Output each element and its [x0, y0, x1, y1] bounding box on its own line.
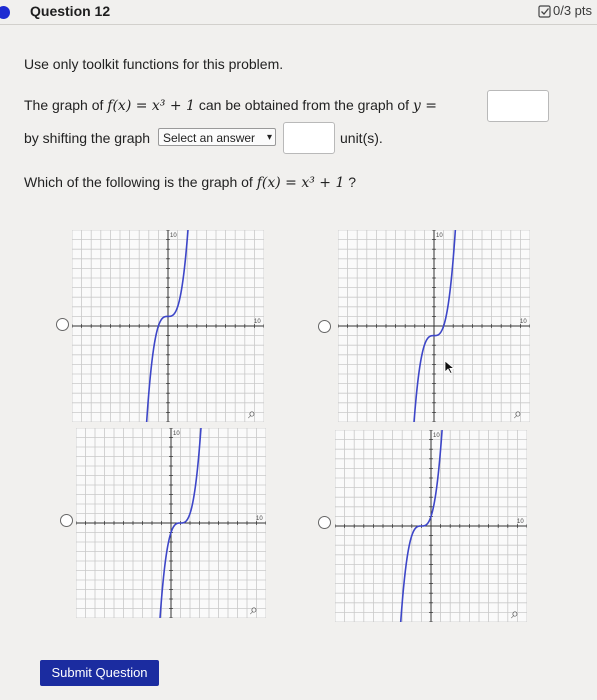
question2-suffix: ?	[348, 174, 357, 190]
question2-function: f(x) = x³ + 1	[256, 175, 345, 191]
instruction-text: Use only toolkit functions for this prob…	[24, 56, 284, 72]
graph-option-c[interactable]: 10 10 ⌕	[76, 428, 266, 618]
x-axis-max-label: 10	[517, 519, 524, 525]
base-function-input[interactable]	[487, 90, 549, 122]
x-axis-max-label: 10	[256, 516, 263, 522]
select-value: Select an answer	[163, 131, 256, 145]
y-axis-max-label: 10	[433, 433, 440, 439]
question-title: Question 12	[30, 3, 111, 19]
shift-direction-select[interactable]: Select an answer ▾	[158, 128, 276, 146]
submit-question-button[interactable]: Submit Question	[40, 660, 159, 686]
line1-text: The graph of f(x) = x³ + 1 can be obtain…	[24, 97, 437, 114]
graph-option-a[interactable]: 10 10 ⌕	[72, 230, 264, 422]
line2-suffix: unit(s).	[340, 130, 383, 146]
y-axis-max-label: 10	[170, 233, 177, 239]
checkbox-icon	[538, 5, 551, 21]
radio-option-b[interactable]	[318, 320, 331, 333]
zoom-icon: ⌕	[511, 606, 519, 622]
line2-prefix: by shifting the graph	[24, 130, 151, 146]
question-header: Question 12 0/3 pts	[0, 0, 597, 25]
radio-option-d[interactable]	[318, 516, 331, 529]
x-axis-max-label: 10	[520, 319, 527, 325]
radio-option-c[interactable]	[60, 514, 73, 527]
x-axis-max-label: 10	[254, 319, 261, 325]
points-text: 0/3 pts	[553, 3, 593, 18]
line1-mid: can be obtained from the graph of	[198, 97, 410, 113]
graph-option-b[interactable]: 10 10 ⌕	[338, 230, 530, 422]
line1-y: y =	[412, 98, 437, 114]
graph-option-d[interactable]: 10 10 ⌕	[335, 430, 527, 622]
chevron-down-icon: ▾	[266, 132, 272, 143]
zoom-icon: ⌕	[248, 406, 256, 422]
question2-prefix: Which of the following is the graph of	[24, 174, 253, 190]
question2-text: Which of the following is the graph of f…	[24, 174, 356, 191]
mouse-cursor-icon	[444, 360, 456, 379]
line1-prefix: The graph of	[24, 97, 104, 113]
zoom-icon: ⌕	[250, 602, 258, 618]
zoom-icon: ⌕	[514, 406, 522, 422]
y-axis-max-label: 10	[436, 233, 443, 239]
line1-function: f(x) = x³ + 1	[107, 98, 195, 114]
y-axis-max-label: 10	[173, 431, 180, 437]
shift-units-input[interactable]	[283, 122, 335, 154]
question-status-dot	[0, 6, 10, 19]
points-indicator: 0/3 pts	[538, 3, 592, 21]
radio-option-a[interactable]	[56, 318, 69, 331]
